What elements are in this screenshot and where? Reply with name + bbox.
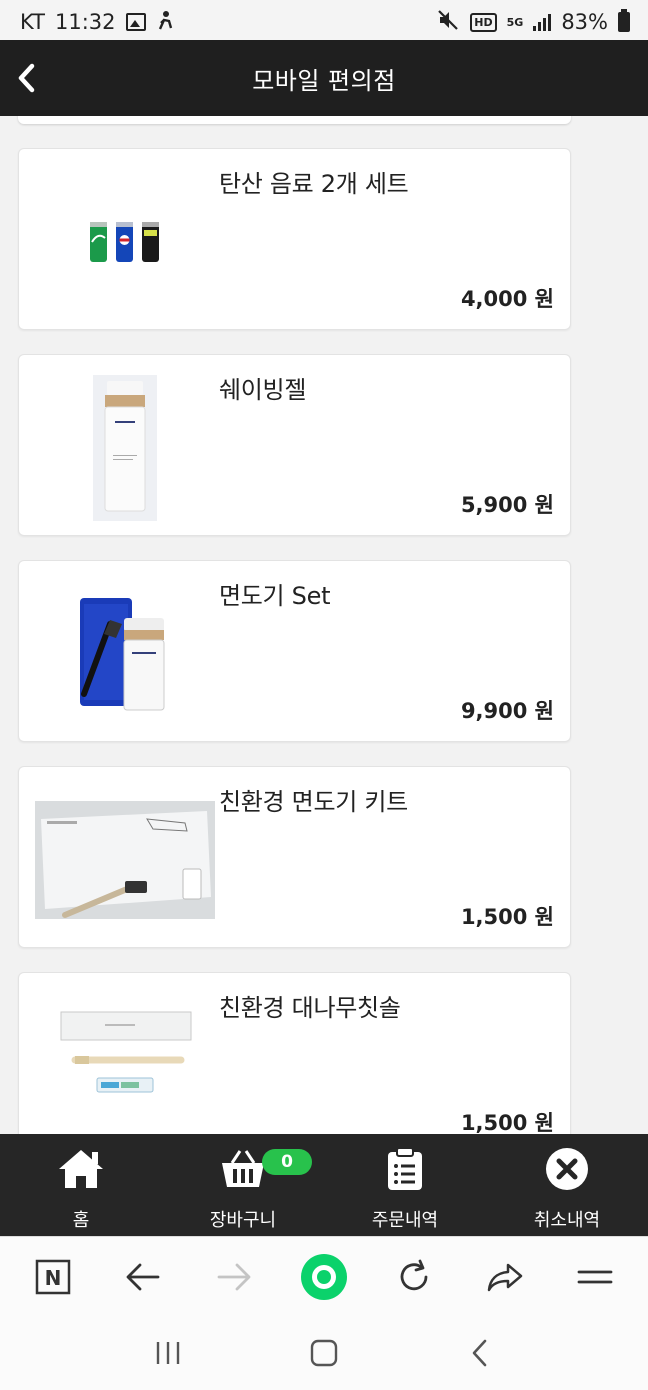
mute-icon bbox=[438, 10, 460, 34]
product-price: 9,900 원 bbox=[460, 699, 554, 723]
product-price: 5,900 원 bbox=[460, 493, 554, 517]
status-bar: KT 11:32 HD 5G 83% bbox=[0, 0, 648, 44]
recent-apps-button[interactable] bbox=[138, 1328, 198, 1378]
basket-icon bbox=[218, 1146, 268, 1192]
green-dot-button[interactable] bbox=[294, 1247, 354, 1307]
product-name: 면도기 Set bbox=[219, 582, 331, 610]
product-image-razor-set bbox=[35, 579, 215, 729]
back-arrow-icon bbox=[127, 1263, 160, 1290]
product-image-eco-razor-kit bbox=[35, 785, 215, 935]
browser-forward-button[interactable] bbox=[204, 1247, 264, 1307]
clock: 11:32 bbox=[54, 10, 116, 34]
green-dot-icon bbox=[300, 1253, 347, 1300]
x-circle-icon bbox=[542, 1146, 592, 1192]
network-type-icon: 5G bbox=[506, 15, 524, 29]
chevron-left-icon bbox=[18, 63, 35, 93]
product-image-bamboo-toothbrush-kit bbox=[35, 991, 215, 1134]
cart-count-badge: 0 bbox=[262, 1149, 312, 1175]
product-name: 탄산 음료 2개 세트 bbox=[219, 170, 409, 198]
refresh-icon bbox=[400, 1259, 428, 1290]
back-button[interactable] bbox=[12, 58, 52, 98]
hd-voice-icon: HD bbox=[470, 12, 497, 32]
naver-home-button[interactable]: N bbox=[23, 1247, 83, 1307]
product-price: 1,500 원 bbox=[460, 1111, 554, 1134]
product-list[interactable]: 탄산 음료 2개 세트 4,000 원 쉐이빙젤 5,900 원 면도기 Set… bbox=[0, 116, 648, 1134]
product-name: 친환경 대나무칫솔 bbox=[219, 994, 401, 1022]
clipboard-icon bbox=[380, 1146, 430, 1192]
app-header: 모바일 편의점 bbox=[0, 40, 648, 116]
product-price: 1,500 원 bbox=[460, 905, 554, 929]
system-navigation-bar bbox=[0, 1316, 648, 1390]
browser-back-button[interactable] bbox=[113, 1247, 173, 1307]
home-square-icon bbox=[310, 1339, 338, 1367]
carrier-label: KT bbox=[20, 10, 45, 34]
tab-orders-label: 주문내역 bbox=[371, 1210, 439, 1231]
status-left: KT 11:32 bbox=[20, 10, 174, 34]
tab-cart[interactable]: 0 장바구니 bbox=[162, 1134, 324, 1236]
status-right: HD 5G 83% bbox=[438, 9, 630, 34]
share-icon bbox=[487, 1263, 522, 1291]
naver-logo-icon: N bbox=[35, 1259, 71, 1294]
naver-logo-text: N bbox=[45, 1266, 62, 1290]
product-image-soda-cans bbox=[35, 167, 215, 317]
gallery-notification-icon bbox=[125, 13, 146, 31]
product-name: 친환경 면도기 키트 bbox=[219, 788, 408, 816]
system-back-icon bbox=[472, 1339, 487, 1367]
system-back-button[interactable] bbox=[450, 1328, 510, 1378]
battery-icon bbox=[618, 9, 630, 32]
bottom-tab-bar: 홈 0 장바구니 주문내역 취소내역 bbox=[0, 1134, 648, 1236]
recent-apps-icon bbox=[156, 1342, 180, 1364]
product-card-partial[interactable] bbox=[18, 116, 571, 124]
signal-icon bbox=[533, 13, 552, 31]
tab-home-label: 홈 bbox=[72, 1210, 90, 1231]
product-card[interactable]: 탄산 음료 2개 세트 4,000 원 bbox=[18, 148, 571, 330]
tab-cancel-label: 취소내역 bbox=[533, 1210, 601, 1231]
product-image-shaving-gel bbox=[35, 373, 215, 523]
menu-icon bbox=[577, 1270, 613, 1283]
product-card[interactable]: 면도기 Set 9,900 원 bbox=[18, 560, 571, 742]
product-price: 4,000 원 bbox=[460, 287, 554, 311]
product-card[interactable]: 쉐이빙젤 5,900 원 bbox=[18, 354, 571, 536]
share-button[interactable] bbox=[475, 1247, 535, 1307]
product-card[interactable]: 친환경 면도기 키트 1,500 원 bbox=[18, 766, 571, 948]
browser-toolbar: N bbox=[0, 1236, 648, 1316]
tab-home[interactable]: 홈 bbox=[0, 1134, 162, 1236]
battery-percent: 83% bbox=[561, 10, 608, 34]
tab-orders[interactable]: 주문내역 bbox=[324, 1134, 486, 1236]
home-button[interactable] bbox=[294, 1328, 354, 1378]
browser-menu-button[interactable] bbox=[565, 1247, 625, 1307]
home-icon bbox=[56, 1146, 106, 1192]
forward-arrow-icon bbox=[217, 1263, 251, 1290]
page-title: 모바일 편의점 bbox=[252, 66, 396, 95]
figure-notification-icon bbox=[156, 10, 174, 34]
refresh-button[interactable] bbox=[384, 1247, 444, 1307]
tab-cancel[interactable]: 취소내역 bbox=[486, 1134, 648, 1236]
product-card[interactable]: 친환경 대나무칫솔 1,500 원 bbox=[18, 972, 571, 1134]
tab-cart-label: 장바구니 bbox=[209, 1210, 277, 1231]
product-name: 쉐이빙젤 bbox=[219, 376, 307, 404]
